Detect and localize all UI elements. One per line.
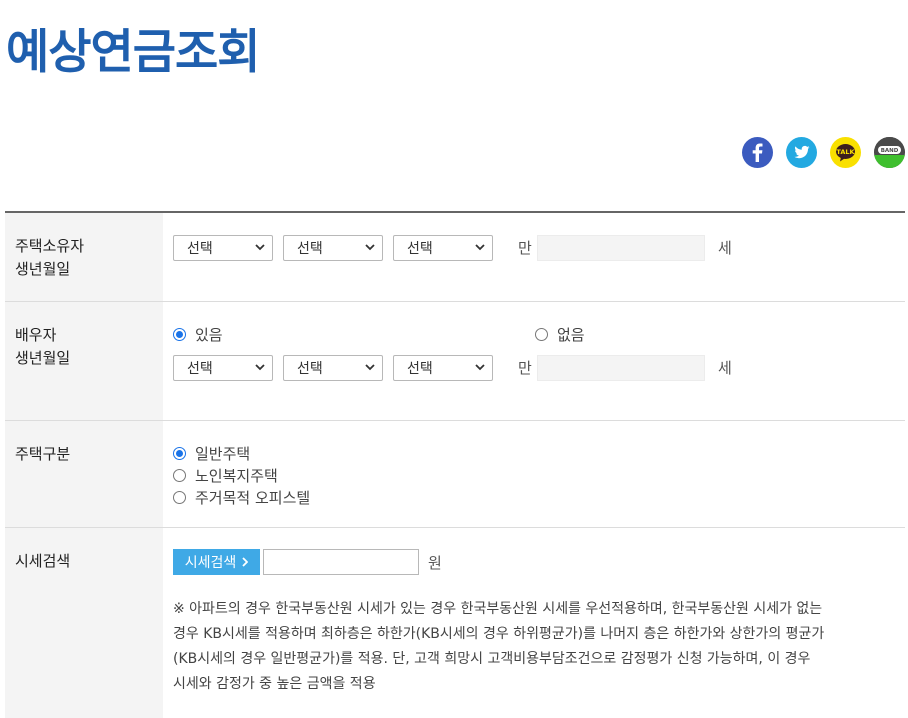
chevron-down-icon bbox=[255, 244, 265, 251]
band-icon: BAND bbox=[874, 137, 905, 168]
chevron-down-icon bbox=[475, 244, 485, 251]
facebook-icon bbox=[752, 143, 763, 162]
house-type-label: 주택구분 bbox=[5, 421, 163, 527]
owner-age-suffix: 세 bbox=[718, 239, 732, 257]
spouse-year-select[interactable]: 선택 bbox=[173, 355, 273, 381]
kakaotalk-icon: TALK bbox=[836, 144, 856, 162]
pension-form: 주택소유자 생년월일 선택 선택 선택 만 세 배우자 생년월일 있음 없음 선… bbox=[5, 211, 905, 718]
radio-unchecked-icon bbox=[173, 469, 186, 482]
share-buttons: TALK BAND bbox=[742, 137, 905, 168]
owner-birthdate-fields: 선택 선택 선택 만 세 bbox=[163, 213, 905, 301]
price-input[interactable] bbox=[263, 549, 419, 575]
chevron-down-icon bbox=[255, 364, 265, 371]
house-type-senior-radio[interactable]: 노인복지주택 bbox=[173, 465, 278, 486]
price-note-line: 시세와 감정가 중 높은 금액을 적용 bbox=[173, 676, 376, 692]
house-type-officetel-radio[interactable]: 주거목적 오피스텔 bbox=[173, 487, 310, 508]
twitter-share-button[interactable] bbox=[786, 137, 817, 168]
chevron-down-icon bbox=[365, 364, 375, 371]
owner-day-select[interactable]: 선택 bbox=[393, 235, 493, 261]
owner-year-value: 선택 bbox=[187, 241, 213, 257]
chevron-right-icon bbox=[242, 557, 249, 567]
owner-label-line1: 주택소유자 bbox=[15, 237, 85, 255]
house-type-general-label: 일반주택 bbox=[195, 445, 251, 463]
spouse-month-select[interactable]: 선택 bbox=[283, 355, 383, 381]
radio-unchecked-icon bbox=[535, 328, 548, 341]
radio-checked-icon bbox=[173, 447, 186, 460]
price-unit: 원 bbox=[428, 554, 442, 572]
spouse-label-line1: 배우자 bbox=[15, 326, 57, 344]
facebook-share-button[interactable] bbox=[742, 137, 773, 168]
chevron-down-icon bbox=[475, 364, 485, 371]
svg-text:TALK: TALK bbox=[836, 148, 855, 156]
spouse-day-value: 선택 bbox=[407, 361, 433, 377]
price-search-fields: 시세검색 원 ※ 아파트의 경우 한국부동산원 시세가 있는 경우 한국부동산원… bbox=[163, 528, 905, 718]
house-type-general-radio[interactable]: 일반주택 bbox=[173, 443, 250, 464]
spouse-age-prefix: 만 bbox=[518, 359, 532, 377]
spouse-label-line2: 생년월일 bbox=[15, 349, 71, 367]
owner-birthdate-row: 주택소유자 생년월일 선택 선택 선택 만 세 bbox=[5, 213, 905, 302]
twitter-icon bbox=[794, 145, 810, 159]
chevron-down-icon bbox=[365, 244, 375, 251]
band-share-button[interactable]: BAND bbox=[874, 137, 905, 168]
spouse-birthdate-row: 배우자 생년월일 있음 없음 선택 선택 선택 만 세 bbox=[5, 302, 905, 421]
house-type-senior-label: 노인복지주택 bbox=[195, 467, 278, 485]
owner-month-value: 선택 bbox=[297, 241, 323, 257]
owner-age-prefix: 만 bbox=[518, 239, 532, 257]
spouse-age-field bbox=[537, 355, 705, 381]
spouse-no-radio[interactable]: 없음 bbox=[535, 324, 585, 345]
owner-birthdate-label: 주택소유자 생년월일 bbox=[5, 213, 163, 301]
price-search-row: 시세검색 시세검색 원 ※ 아파트의 경우 한국부동산원 시세가 있는 경우 한… bbox=[5, 528, 905, 718]
spouse-month-value: 선택 bbox=[297, 361, 323, 377]
spouse-age-suffix: 세 bbox=[718, 359, 732, 377]
price-note-line: ※ 아파트의 경우 한국부동산원 시세가 있는 경우 한국부동산원 시세를 우선… bbox=[173, 601, 823, 617]
spouse-yes-label: 있음 bbox=[195, 326, 223, 344]
spouse-yes-radio[interactable]: 있음 bbox=[173, 324, 223, 345]
owner-year-select[interactable]: 선택 bbox=[173, 235, 273, 261]
house-type-row: 주택구분 일반주택 노인복지주택 주거목적 오피스텔 bbox=[5, 421, 905, 528]
svg-text:BAND: BAND bbox=[881, 148, 899, 154]
spouse-day-select[interactable]: 선택 bbox=[393, 355, 493, 381]
radio-unchecked-icon bbox=[173, 491, 186, 504]
house-type-officetel-label: 주거목적 오피스텔 bbox=[195, 489, 311, 507]
house-type-options: 일반주택 노인복지주택 주거목적 오피스텔 bbox=[163, 421, 905, 527]
owner-month-select[interactable]: 선택 bbox=[283, 235, 383, 261]
price-note: ※ 아파트의 경우 한국부동산원 시세가 있는 경우 한국부동산원 시세를 우선… bbox=[173, 597, 898, 697]
radio-checked-icon bbox=[173, 328, 186, 341]
page-title: 예상연금조회 bbox=[6, 25, 260, 80]
price-note-line: (KB시세의 경우 일반평균가)를 적용. 단, 고객 희망시 고객비용부담조건… bbox=[173, 651, 811, 667]
price-search-button-label: 시세검색 bbox=[184, 555, 237, 571]
spouse-birthdate-label: 배우자 생년월일 bbox=[5, 302, 163, 420]
owner-label-line2: 생년월일 bbox=[15, 260, 71, 278]
price-note-line: 경우 KB시세를 적용하며 최하층은 하한가(KB시세의 경우 하위평균가)를 … bbox=[173, 626, 825, 642]
spouse-birthdate-fields: 있음 없음 선택 선택 선택 만 세 bbox=[163, 302, 905, 420]
spouse-year-value: 선택 bbox=[187, 361, 213, 377]
price-search-label: 시세검색 bbox=[5, 528, 163, 718]
kakaotalk-share-button[interactable]: TALK bbox=[830, 137, 861, 168]
spouse-no-label: 없음 bbox=[557, 326, 585, 344]
owner-age-field bbox=[537, 235, 705, 261]
price-search-button[interactable]: 시세검색 bbox=[173, 549, 260, 575]
owner-day-value: 선택 bbox=[407, 241, 433, 257]
